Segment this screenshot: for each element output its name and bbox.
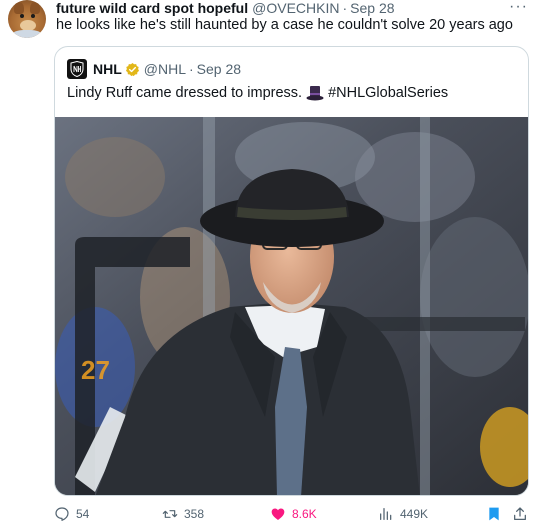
avatar-eye [20, 14, 24, 18]
quoted-handle[interactable]: @NHL [144, 61, 186, 77]
bookmark-button[interactable] [486, 506, 502, 522]
user-avatar[interactable] [8, 0, 46, 38]
top-hat-emoji-icon [306, 86, 324, 101]
verified-badge-icon [125, 62, 139, 76]
retweet-button[interactable]: 358 [162, 506, 204, 522]
separator-dot: · [189, 61, 194, 77]
share-button[interactable] [512, 506, 528, 522]
quoted-tweet[interactable]: NHL @NHL · Sep 28 Lindy Ruff came dresse… [54, 46, 529, 496]
views-count: 449K [400, 507, 429, 521]
views-bar-chart-icon [380, 508, 392, 520]
separator-dot: · [342, 0, 348, 16]
tweet-display-name[interactable]: future wild card spot hopeful [56, 0, 248, 16]
avatar-eye [31, 14, 35, 18]
quoted-tweet-photo[interactable]: 27 [55, 117, 528, 495]
retweet-icon [162, 510, 178, 518]
nhl-shield-icon [70, 61, 84, 77]
like-button[interactable]: 8.6K [270, 506, 317, 522]
reply-button[interactable]: 54 [54, 506, 89, 522]
avatar-ear [30, 2, 40, 14]
tweet-handle[interactable]: @OVECHKIN [252, 0, 339, 16]
like-count: 8.6K [292, 507, 317, 521]
tweet-text: he looks like he's still haunted by a ca… [56, 17, 513, 33]
heart-icon [271, 508, 285, 520]
avatar-ear [14, 2, 24, 14]
hashtag-link[interactable]: #NHLGlobalSeries [328, 85, 448, 101]
reply-count: 54 [76, 507, 90, 521]
avatar-shirt [12, 30, 42, 38]
quoted-tweet-header: NHL @NHL · Sep 28 [67, 59, 241, 79]
quoted-tweet-text: Lindy Ruff came dressed to impress. #NHL… [67, 85, 448, 101]
more-options-icon[interactable]: ··· [509, 0, 528, 16]
retweet-count: 358 [184, 507, 205, 521]
tweet-date[interactable]: Sep 28 [350, 0, 394, 16]
views-button[interactable]: 449K [378, 506, 428, 522]
nhl-logo-avatar[interactable] [67, 59, 87, 79]
share-icon [514, 507, 526, 520]
svg-text:27: 27 [81, 355, 110, 385]
quoted-text-body: Lindy Ruff came dressed to impress. [67, 85, 303, 101]
action-bar: 54 358 8.6K 449K [54, 506, 532, 525]
photo-illustration: 27 [55, 117, 528, 495]
tweet-header: future wild card spot hopeful @OVECHKIN … [56, 0, 395, 16]
bookmark-icon [489, 507, 499, 521]
quoted-display-name[interactable]: NHL [93, 61, 122, 77]
quoted-date[interactable]: Sep 28 [197, 61, 241, 77]
reply-icon [55, 507, 69, 521]
